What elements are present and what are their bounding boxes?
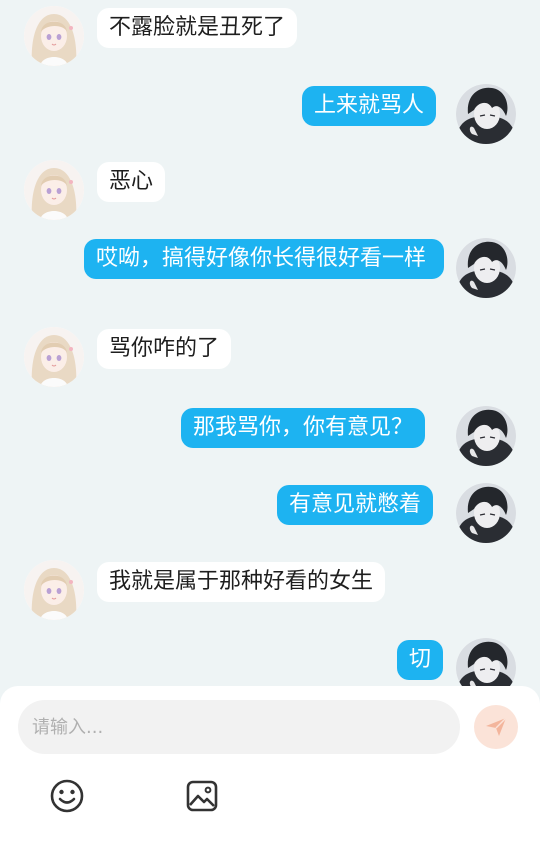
outgoing-message-bubble[interactable]: 有意见就憋着 (277, 485, 434, 525)
boy-avatar-image (456, 84, 516, 144)
self-avatar[interactable] (456, 406, 516, 466)
boy-avatar-image (456, 238, 516, 298)
incoming-message-bubble[interactable]: 骂你咋的了 (97, 329, 232, 369)
contact-avatar[interactable] (24, 160, 84, 220)
girl-avatar-image (24, 160, 84, 220)
girl-avatar-image (24, 6, 84, 66)
outgoing-message-bubble[interactable]: 哎呦，搞得好像你长得很好看一样 (84, 239, 444, 279)
self-avatar[interactable] (456, 483, 516, 543)
outgoing-message-bubble[interactable]: 那我骂你，你有意见？ (181, 408, 426, 448)
boy-avatar-image (456, 483, 516, 543)
composer-panel (0, 686, 540, 843)
girl-avatar-image (24, 327, 84, 387)
image-button[interactable] (182, 776, 222, 816)
contact-avatar[interactable] (24, 560, 84, 620)
outgoing-message-bubble[interactable]: 切 (397, 640, 444, 680)
self-avatar[interactable] (456, 238, 516, 298)
girl-avatar-image (24, 560, 84, 620)
boy-avatar-image (456, 406, 516, 466)
contact-avatar[interactable] (24, 327, 84, 387)
incoming-message-bubble[interactable]: 我就是属于那种好看的女生 (97, 562, 386, 602)
smiley-face-icon (50, 779, 84, 813)
message-input[interactable] (18, 700, 460, 754)
incoming-message-bubble[interactable]: 不露脸就是丑死了 (97, 8, 298, 48)
contact-avatar[interactable] (24, 6, 84, 66)
emoji-button[interactable] (47, 776, 87, 816)
outgoing-message-bubble[interactable]: 上来就骂人 (302, 86, 437, 126)
self-avatar[interactable] (456, 84, 516, 144)
image-picture-icon (186, 780, 218, 812)
incoming-message-bubble[interactable]: 恶心 (97, 162, 166, 202)
send-paper-plane-icon (486, 717, 507, 736)
send-button[interactable] (474, 705, 518, 749)
